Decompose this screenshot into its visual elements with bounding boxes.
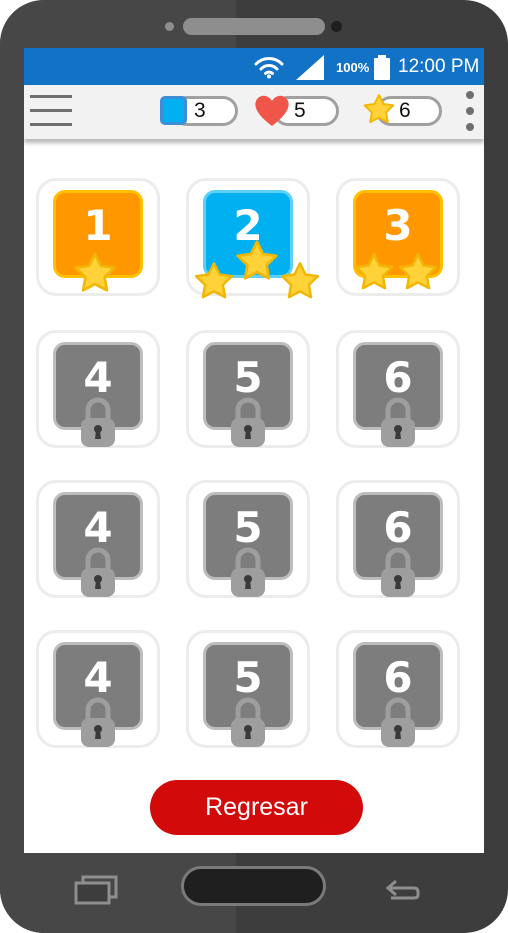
battery-percent: 100% — [336, 60, 370, 75]
rating-star-icon — [74, 252, 116, 292]
level-2-unlocked[interactable]: 2 — [186, 178, 320, 299]
lives-count: 5 — [294, 99, 306, 122]
phone-frame: 100% 12:00 PM 3 5 6 1 2 3 4 5 6 4 5 6 4 … — [0, 0, 508, 933]
lock-icon — [231, 397, 265, 447]
level-8-locked: 5 — [186, 480, 310, 598]
rating-star-icon — [398, 253, 438, 290]
home-button[interactable] — [181, 866, 326, 906]
level-number: 4 — [83, 353, 113, 402]
level-number: 6 — [383, 653, 413, 702]
level-number: 1 — [83, 201, 113, 250]
lock-icon — [231, 547, 265, 597]
back-arrow-icon[interactable] — [383, 874, 421, 902]
level-10-locked: 4 — [36, 630, 160, 748]
lock-icon — [81, 547, 115, 597]
rating-star-icon — [280, 262, 320, 299]
clock: 12:00 PM — [398, 56, 480, 77]
battery-icon — [374, 55, 390, 80]
screen: 100% 12:00 PM 3 5 6 1 2 3 4 5 6 4 5 6 4 … — [24, 48, 484, 853]
star-icon — [363, 94, 395, 124]
more-vertical-icon[interactable] — [464, 91, 476, 133]
level-number: 4 — [83, 653, 113, 702]
level-6-locked: 6 — [336, 330, 460, 448]
level-number: 5 — [233, 503, 263, 552]
lock-icon — [381, 547, 415, 597]
level-12-locked: 6 — [336, 630, 460, 748]
lock-icon — [381, 397, 415, 447]
level-1-unlocked[interactable]: 1 — [36, 178, 160, 296]
level-number: 3 — [383, 201, 413, 250]
hamburger-icon[interactable] — [30, 95, 72, 127]
level-number: 6 — [383, 503, 413, 552]
rating-star-icon — [354, 253, 394, 290]
lock-icon — [81, 697, 115, 747]
level-11-locked: 5 — [186, 630, 310, 748]
proximity-sensor — [165, 22, 174, 31]
level-4-locked: 4 — [36, 330, 160, 448]
level-7-locked: 4 — [36, 480, 160, 598]
level-number: 4 — [83, 503, 113, 552]
app-bar: 3 5 6 — [24, 85, 484, 139]
signal-icon — [296, 55, 324, 80]
back-button[interactable]: Regresar — [150, 780, 363, 835]
lock-icon — [231, 697, 265, 747]
status-bar: 100% 12:00 PM — [24, 48, 484, 85]
blue-square-icon — [160, 96, 187, 125]
level-9-locked: 6 — [336, 480, 460, 598]
level-number: 5 — [233, 353, 263, 402]
recents-icon[interactable] — [74, 874, 118, 906]
earpiece-speaker — [183, 18, 325, 35]
front-camera — [331, 21, 342, 32]
level-3-unlocked[interactable]: 3 — [336, 178, 460, 296]
stars-count: 6 — [399, 99, 411, 122]
heart-icon — [255, 95, 289, 126]
lock-icon — [81, 397, 115, 447]
level-number: 6 — [383, 353, 413, 402]
level-number: 5 — [233, 653, 263, 702]
gems-count: 3 — [194, 99, 206, 122]
lock-icon — [381, 697, 415, 747]
level-5-locked: 5 — [186, 330, 310, 448]
wifi-icon — [254, 57, 284, 79]
